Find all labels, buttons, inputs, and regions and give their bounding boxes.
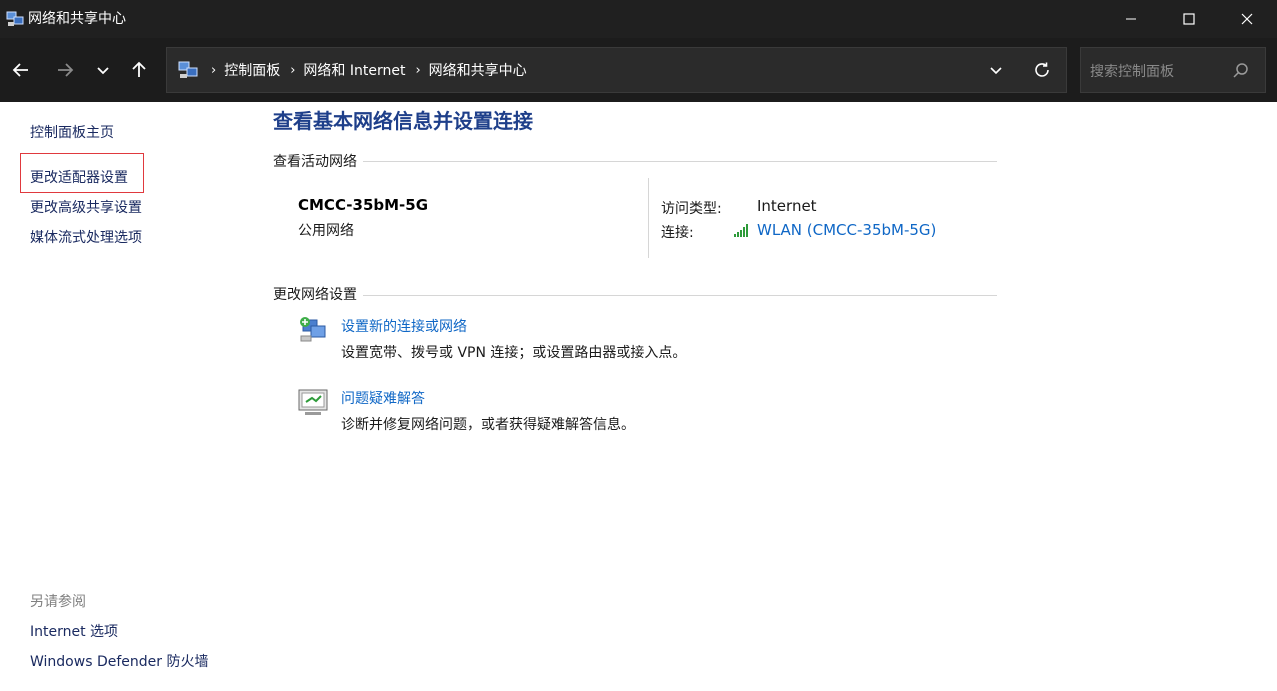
vertical-divider [648, 178, 649, 258]
troubleshoot-link[interactable]: 问题疑难解答 [341, 388, 425, 408]
active-networks-heading: 查看活动网络 [273, 151, 363, 171]
breadcrumb-item-network-sharing-center[interactable]: 网络和共享中心 [429, 60, 527, 80]
arrow-left-icon [12, 63, 28, 77]
close-icon [1241, 13, 1253, 25]
recent-locations-button[interactable] [89, 56, 117, 84]
forward-button[interactable] [51, 56, 79, 84]
setup-connection-desc: 设置宽带、拨号或 VPN 连接；或设置路由器或接入点。 [341, 345, 687, 361]
window-title: 网络和共享中心 [28, 11, 126, 27]
wlan-connection-link[interactable]: WLAN (CMCC-35bM-5G) [757, 221, 936, 239]
address-history-button[interactable] [981, 56, 1011, 84]
troubleshoot-desc: 诊断并修复网络问题，或者获得疑难解答信息。 [341, 417, 635, 433]
arrow-up-icon [132, 61, 146, 77]
title-bar: 网络和共享中心 [0, 0, 1277, 38]
access-type-label: 访问类型: [661, 201, 722, 217]
search-input[interactable]: 搜索控制面板 [1090, 61, 1174, 81]
search-box[interactable]: 搜索控制面板 [1080, 47, 1266, 93]
maximize-button[interactable] [1160, 0, 1218, 38]
change-settings-heading: 更改网络设置 [273, 284, 363, 304]
breadcrumb: › 控制面板 › 网络和 Internet › 网络和共享中心 [205, 48, 527, 92]
wifi-signal-icon [734, 222, 752, 237]
refresh-button[interactable] [1027, 56, 1057, 84]
main-content: 查看基本网络信息并设置连接 查看活动网络 CMCC-35bM-5G 公用网络 访… [0, 102, 1277, 691]
connection-label: 连接: [661, 225, 694, 241]
search-icon[interactable] [1232, 62, 1250, 80]
chevron-down-icon [97, 67, 109, 75]
control-panel-icon [178, 60, 198, 80]
maximize-icon [1183, 13, 1195, 25]
setup-connection-link[interactable]: 设置新的连接或网络 [341, 316, 467, 336]
page-title: 查看基本网络信息并设置连接 [273, 109, 533, 133]
chevron-right-icon: › [290, 62, 296, 78]
network-name: CMCC-35bM-5G [298, 196, 429, 214]
address-bar[interactable]: › 控制面板 › 网络和 Internet › 网络和共享中心 [166, 47, 1067, 93]
close-button[interactable] [1218, 0, 1276, 38]
breadcrumb-item-network-internet[interactable]: 网络和 Internet [303, 60, 405, 80]
arrow-right-icon [58, 63, 74, 77]
chevron-down-icon [990, 67, 1002, 75]
chevron-right-icon: › [415, 62, 421, 78]
troubleshoot-icon[interactable] [297, 386, 329, 418]
section-divider [273, 295, 997, 296]
chevron-right-icon: › [211, 62, 217, 78]
access-type-value: Internet [757, 197, 817, 215]
up-button[interactable] [125, 56, 153, 84]
breadcrumb-item-control-panel[interactable]: 控制面板 [224, 60, 280, 80]
refresh-icon [1035, 62, 1049, 77]
network-center-icon [6, 10, 24, 28]
section-divider [273, 161, 997, 162]
network-setup-icon[interactable] [297, 314, 329, 346]
navigation-bar: › 控制面板 › 网络和 Internet › 网络和共享中心 搜索控制面板 [0, 38, 1277, 102]
back-button[interactable] [7, 56, 35, 84]
minimize-button[interactable] [1102, 0, 1160, 38]
minimize-icon [1126, 18, 1136, 20]
network-category: 公用网络 [298, 223, 354, 239]
